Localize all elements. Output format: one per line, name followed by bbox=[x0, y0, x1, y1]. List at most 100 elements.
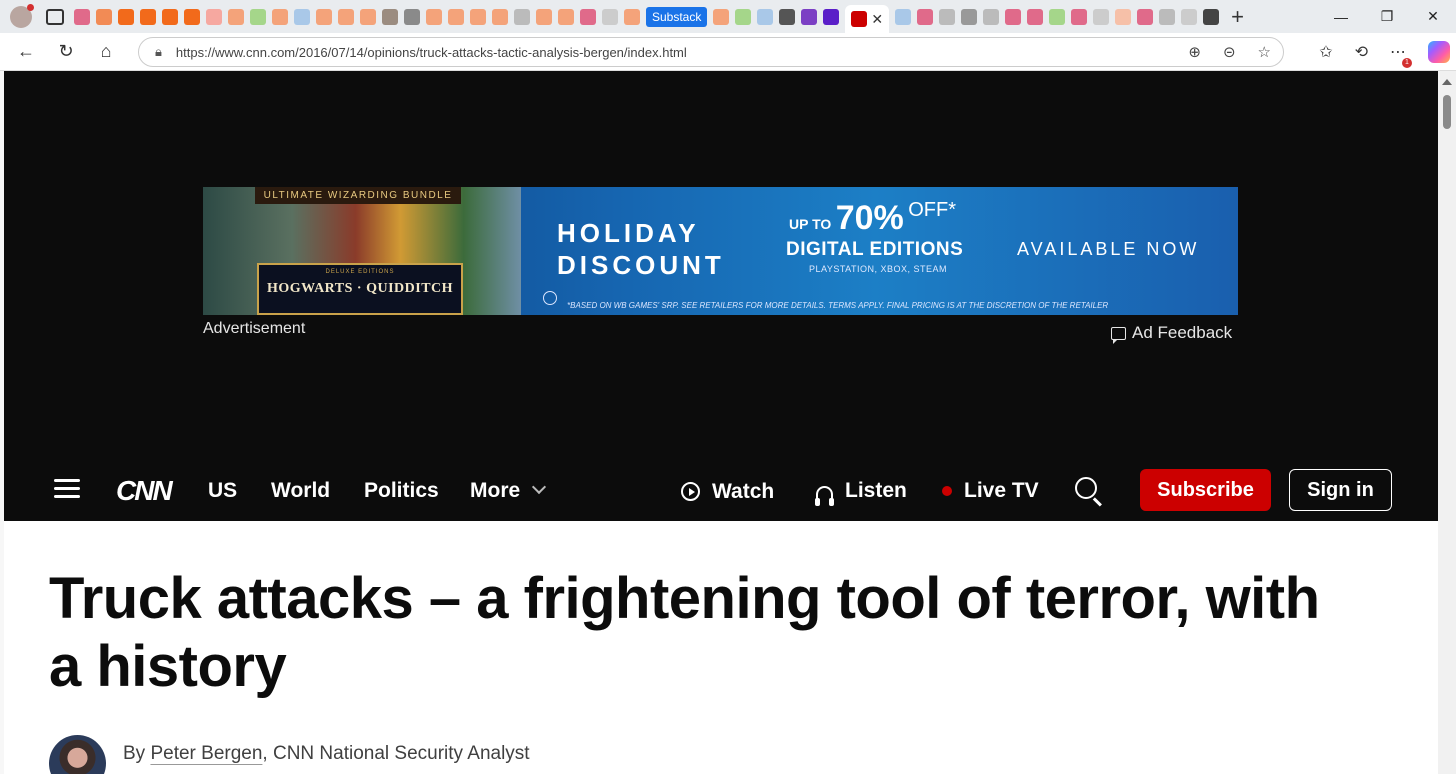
tab-favicon[interactable] bbox=[580, 8, 596, 25]
tab-favicon[interactable] bbox=[382, 8, 398, 25]
chevron-down-icon bbox=[532, 479, 547, 495]
tab-favicon[interactable] bbox=[514, 8, 530, 25]
tab-favicon[interactable] bbox=[624, 8, 640, 25]
cnn-logo[interactable]: CNN bbox=[116, 475, 173, 507]
tab-actions-icon[interactable] bbox=[46, 8, 64, 25]
tab-favicon[interactable] bbox=[448, 8, 464, 25]
tab-favicon[interactable] bbox=[1027, 8, 1044, 25]
tab-favicon[interactable] bbox=[206, 8, 222, 25]
tab-favicon[interactable] bbox=[961, 8, 978, 25]
copilot-icon[interactable] bbox=[1428, 41, 1450, 63]
subscribe-button[interactable]: Subscribe bbox=[1140, 469, 1271, 511]
home-icon[interactable]: ⌂ bbox=[86, 41, 126, 62]
reading-mode-icon[interactable]: ⊝ bbox=[1223, 43, 1236, 61]
tab-favicon[interactable] bbox=[779, 8, 796, 25]
back-icon[interactable]: ← bbox=[6, 41, 46, 62]
notification-badge: 1 bbox=[1402, 58, 1412, 68]
sign-in-button[interactable]: Sign in bbox=[1289, 469, 1392, 511]
tab-favicon[interactable] bbox=[184, 8, 200, 25]
tab-favicon[interactable] bbox=[272, 8, 288, 25]
tab-favicon[interactable] bbox=[1181, 8, 1198, 25]
menu-icon[interactable] bbox=[54, 479, 80, 499]
tab-favicon[interactable] bbox=[74, 8, 90, 25]
minimize-icon[interactable]: — bbox=[1318, 9, 1364, 25]
address-bar[interactable]: 🔒︎ https://www.cnn.com/2016/07/14/opinio… bbox=[138, 37, 1284, 67]
tab-favicon[interactable] bbox=[316, 8, 332, 25]
tab-favicon[interactable] bbox=[404, 8, 420, 25]
tab-favicon[interactable] bbox=[1093, 8, 1110, 25]
ad-feedback-label: Ad Feedback bbox=[1132, 323, 1233, 342]
tab-favicon[interactable] bbox=[96, 8, 112, 25]
restore-icon[interactable]: ❐ bbox=[1364, 8, 1410, 25]
tab-favicon[interactable] bbox=[1049, 8, 1066, 25]
ad-banner[interactable]: ULTIMATE WIZARDING BUNDLE DELUXE EDITION… bbox=[203, 187, 1238, 315]
tab-favicon[interactable] bbox=[895, 8, 912, 25]
live-dot-icon bbox=[942, 486, 952, 496]
tab-favicon[interactable] bbox=[801, 8, 818, 25]
tab-favicon[interactable] bbox=[1115, 8, 1132, 25]
close-tab-icon[interactable]: ✕ bbox=[871, 11, 883, 28]
history-icon[interactable]: ⟲ bbox=[1355, 42, 1368, 62]
nav-link-politics[interactable]: Politics bbox=[364, 479, 439, 503]
ad-feedback-link[interactable]: Ad Feedback bbox=[1111, 323, 1233, 344]
listen-link[interactable]: Listen bbox=[815, 479, 907, 506]
tab-favicon[interactable] bbox=[1005, 8, 1022, 25]
tab-favicon[interactable] bbox=[360, 8, 376, 25]
url-text[interactable]: https://www.cnn.com/2016/07/14/opinions/… bbox=[176, 45, 687, 60]
tab-favicon[interactable] bbox=[492, 8, 508, 25]
tab-favicon[interactable] bbox=[983, 8, 1000, 25]
tab-favicon[interactable] bbox=[140, 8, 156, 25]
ad-off: OFF* bbox=[908, 199, 957, 221]
favorites-icon[interactable]: ✩ bbox=[1319, 42, 1332, 62]
live-tv-link[interactable]: Live TV bbox=[942, 479, 1039, 503]
tab-favicon[interactable] bbox=[1071, 8, 1088, 25]
live-tv-label: Live TV bbox=[964, 479, 1039, 502]
tab-favicon[interactable] bbox=[294, 8, 310, 25]
page-scrollbar[interactable] bbox=[1438, 71, 1456, 774]
article-headline: Truck attacks – a frightening tool of te… bbox=[49, 566, 1320, 699]
profile-icon[interactable] bbox=[10, 3, 34, 28]
zoom-icon[interactable]: ⊕ bbox=[1188, 43, 1201, 61]
tab-list: Substack ✕ bbox=[74, 0, 1220, 33]
reload-icon[interactable]: ↻ bbox=[46, 41, 86, 62]
tab-favicon[interactable] bbox=[1159, 8, 1176, 25]
tab-active[interactable]: ✕ bbox=[845, 5, 890, 33]
nav-link-us[interactable]: US bbox=[208, 479, 237, 503]
tab-favicon[interactable] bbox=[713, 8, 730, 25]
watch-link[interactable]: Watch bbox=[681, 479, 774, 504]
tab-favicon[interactable] bbox=[338, 8, 354, 25]
tab-favicon[interactable] bbox=[118, 8, 134, 25]
favorite-star-icon[interactable]: ☆ bbox=[1258, 43, 1271, 61]
tab-favicon[interactable] bbox=[1203, 8, 1220, 25]
nav-link-more[interactable]: More bbox=[470, 479, 547, 503]
tab-favicon[interactable] bbox=[228, 8, 244, 25]
ad-legal-text: *BASED ON WB GAMES' SRP. SEE RETAILERS F… bbox=[567, 301, 1109, 310]
headphones-icon bbox=[815, 486, 834, 506]
tab-favicon[interactable] bbox=[558, 8, 574, 25]
tab-favicon[interactable] bbox=[162, 8, 178, 25]
nav-link-world[interactable]: World bbox=[271, 479, 330, 503]
more-menu-icon[interactable]: ⋯ 1 bbox=[1390, 42, 1412, 68]
tab-favicon[interactable] bbox=[250, 8, 266, 25]
scroll-up-icon[interactable] bbox=[1442, 79, 1452, 85]
tab-favicon[interactable] bbox=[1137, 8, 1154, 25]
tab-favicon[interactable] bbox=[823, 8, 840, 25]
lock-icon[interactable]: 🔒︎ bbox=[155, 44, 162, 60]
close-window-icon[interactable]: ✕ bbox=[1410, 8, 1456, 25]
scrollbar-thumb[interactable] bbox=[1443, 95, 1451, 129]
tab-favicon[interactable] bbox=[602, 8, 618, 25]
tab-favicon[interactable] bbox=[426, 8, 442, 25]
page-viewport: ULTIMATE WIZARDING BUNDLE DELUXE EDITION… bbox=[4, 71, 1438, 774]
author-avatar[interactable] bbox=[49, 735, 106, 774]
listen-label: Listen bbox=[845, 479, 907, 502]
tab-favicon[interactable] bbox=[757, 8, 774, 25]
tab-favicon[interactable] bbox=[470, 8, 486, 25]
tab-favicon[interactable] bbox=[939, 8, 956, 25]
search-icon[interactable] bbox=[1075, 477, 1097, 499]
tab-favicon[interactable] bbox=[917, 8, 934, 25]
new-tab-button[interactable]: + bbox=[1231, 5, 1244, 28]
tab-favicon[interactable] bbox=[735, 8, 752, 25]
author-link[interactable]: Peter Bergen bbox=[150, 743, 262, 764]
tab-substack[interactable]: Substack bbox=[646, 6, 708, 27]
tab-favicon[interactable] bbox=[536, 8, 552, 25]
